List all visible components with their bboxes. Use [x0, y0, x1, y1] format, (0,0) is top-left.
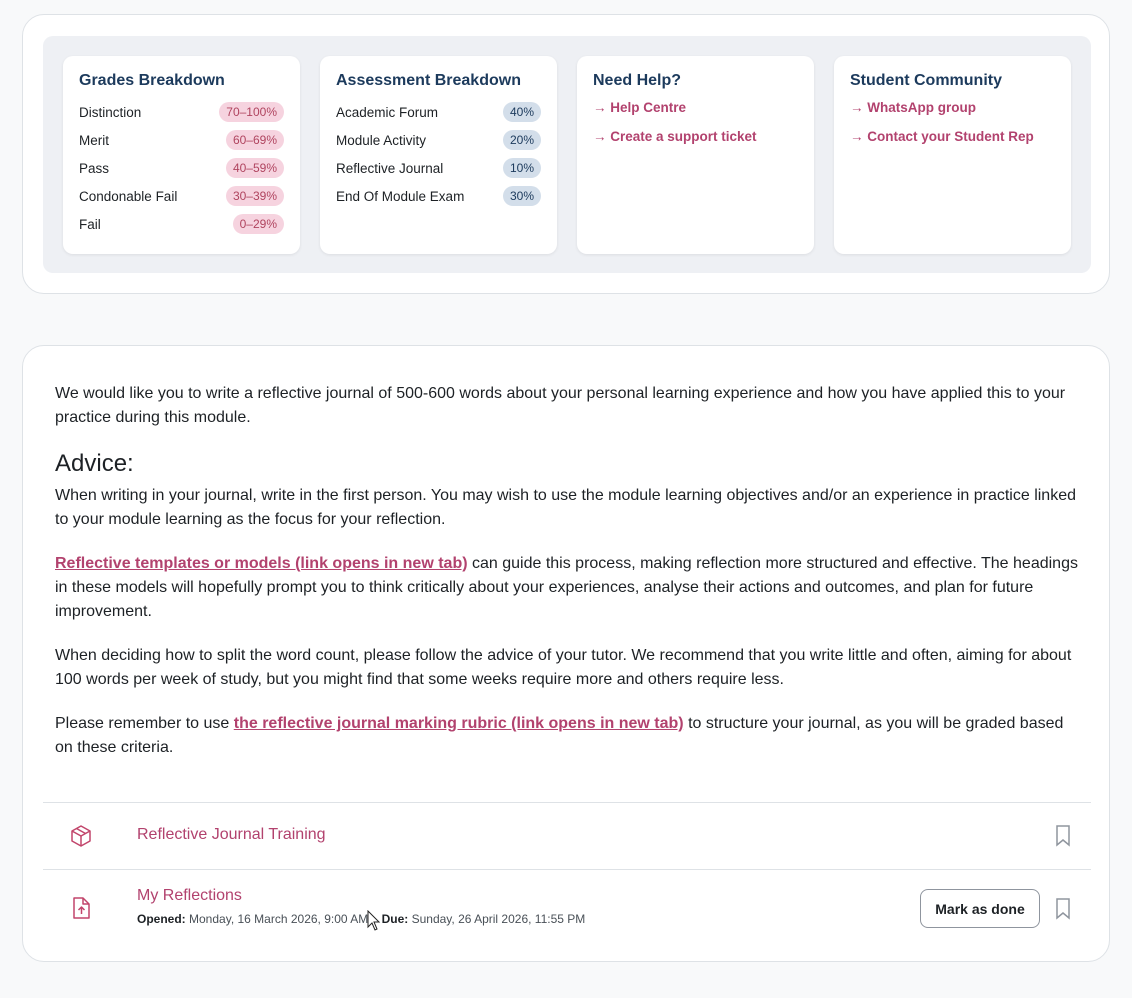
due-date: Sunday, 26 April 2026, 11:55 PM: [411, 912, 586, 926]
support-ticket-link[interactable]: → Create a support ticket: [593, 129, 798, 144]
advice-heading: Advice:: [55, 450, 134, 477]
grade-label: Fail: [79, 216, 101, 232]
grade-label: Pass: [79, 160, 110, 176]
assessment-row: Module Activity 20%: [336, 126, 541, 154]
assessment-weight: 30%: [502, 186, 541, 206]
advice-text: When writing in your journal, write in t…: [55, 487, 1076, 528]
info-panel: Grades Breakdown Distinction 70–100% Meri…: [43, 36, 1091, 273]
whatsapp-group-link[interactable]: → WhatsApp group: [850, 100, 1055, 115]
student-community-card: Student Community → WhatsApp group → Con…: [834, 56, 1071, 254]
assessment-row: End Of Module Exam 30%: [336, 182, 541, 210]
assessment-label: End Of Module Exam: [336, 188, 465, 204]
grades-breakdown-card: Grades Breakdown Distinction 70–100% Meri…: [63, 56, 300, 254]
mark-as-done-button[interactable]: Mark as done: [920, 889, 1040, 928]
marking-rubric-link[interactable]: the reflective journal marking rubric (l…: [234, 715, 684, 732]
grade-label: Condonable Fail: [79, 188, 178, 204]
grade-range: 30–39%: [225, 186, 284, 206]
assessment-weight: 40%: [502, 102, 541, 122]
activity-dates: Opened: Monday, 16 March 2026, 9:00 AM D…: [137, 912, 585, 926]
mouse-cursor-icon: [367, 910, 381, 931]
templates-paragraph: Reflective templates or models (link ope…: [55, 552, 1085, 624]
journal-description: We would like you to write a reflective …: [55, 382, 1085, 780]
help-centre-link[interactable]: → Help Centre: [593, 100, 798, 115]
assessment-title: Assessment Breakdown: [336, 72, 521, 89]
grade-row: Condonable Fail 30–39%: [79, 182, 284, 210]
help-title: Need Help?: [593, 72, 682, 89]
assessment-breakdown-card: Assessment Breakdown Academic Forum 40% M…: [320, 56, 557, 254]
grade-row: Fail 0–29%: [79, 210, 284, 238]
reflective-templates-link[interactable]: Reflective templates or models (link ope…: [55, 555, 468, 572]
package-icon: [71, 825, 91, 847]
assessment-weight: 10%: [502, 158, 541, 178]
grade-row: Pass 40–59%: [79, 154, 284, 182]
upload-file-icon: [73, 897, 90, 919]
opened-date: Monday, 16 March 2026, 9:00 AM: [189, 912, 369, 926]
grade-label: Distinction: [79, 104, 142, 120]
activity-reflective-journal-training[interactable]: Reflective Journal Training: [43, 802, 1091, 869]
contact-student-rep-link[interactable]: → Contact your Student Rep: [850, 129, 1055, 144]
rubric-text-before: Please remember to use: [55, 715, 234, 732]
grade-row: Merit 60–69%: [79, 126, 284, 154]
opened-label: Opened:: [137, 912, 186, 926]
intro-text: We would like you to write a reflective …: [55, 385, 1066, 426]
grade-range: 60–69%: [225, 130, 284, 150]
assessment-label: Module Activity: [336, 132, 427, 148]
need-help-card: Need Help? → Help Centre → Create a supp…: [577, 56, 814, 254]
assessment-row: Academic Forum 40%: [336, 98, 541, 126]
grades-title: Grades Breakdown: [79, 72, 225, 89]
grade-row: Distinction 70–100%: [79, 98, 284, 126]
grade-range: 40–59%: [225, 158, 284, 178]
assessment-weight: 20%: [502, 130, 541, 150]
assessment-label: Reflective Journal: [336, 160, 444, 176]
bookmark-icon[interactable]: [1055, 825, 1071, 847]
due-label: Due:: [381, 912, 409, 926]
reflective-journal-section: We would like you to write a reflective …: [22, 345, 1110, 962]
module-info-card: Grades Breakdown Distinction 70–100% Meri…: [22, 14, 1110, 294]
activity-title[interactable]: Reflective Journal Training: [137, 826, 326, 844]
community-title: Student Community: [850, 72, 1002, 89]
rubric-paragraph: Please remember to use the reflective jo…: [55, 712, 1085, 760]
assessment-row: Reflective Journal 10%: [336, 154, 541, 182]
grade-label: Merit: [79, 132, 109, 148]
bookmark-icon[interactable]: [1055, 898, 1071, 920]
grade-range: 0–29%: [232, 214, 284, 234]
activity-title[interactable]: My Reflections: [137, 887, 242, 905]
assessment-label: Academic Forum: [336, 104, 439, 120]
word-count-text: When deciding how to split the word coun…: [55, 647, 1072, 688]
activity-my-reflections[interactable]: My Reflections Opened: Monday, 16 March …: [43, 869, 1091, 949]
grade-range: 70–100%: [219, 102, 284, 122]
